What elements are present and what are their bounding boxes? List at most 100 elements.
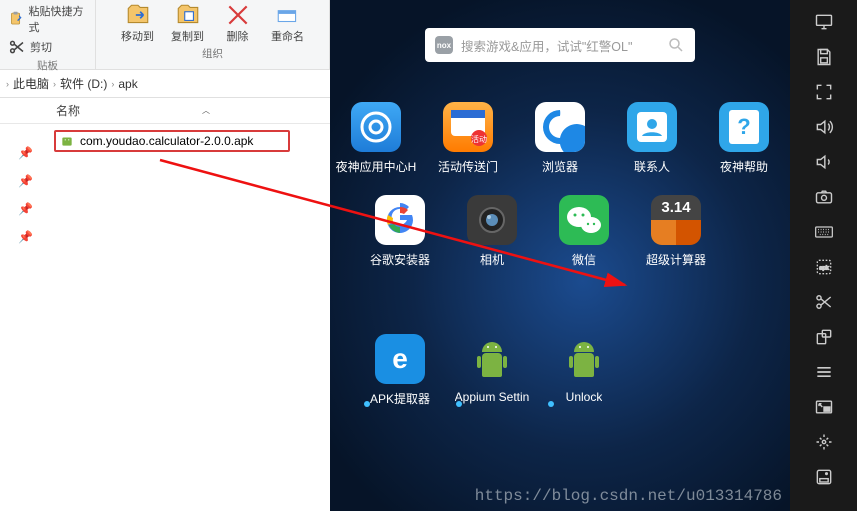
crumb-folder[interactable]: apk — [118, 77, 137, 91]
camera-icon — [467, 195, 517, 245]
nox-app-icon — [351, 102, 401, 152]
monitor-button[interactable] — [804, 6, 844, 38]
app-label: 微信 — [572, 251, 596, 268]
quick-access-pins: 📌 📌 📌 📌 — [18, 146, 33, 244]
cut-button[interactable]: 剪切 — [8, 38, 52, 56]
scissors-icon — [8, 39, 26, 55]
app-label: Appium Settin — [455, 390, 530, 404]
delete-icon — [225, 2, 251, 28]
screenshot-button[interactable] — [804, 181, 844, 213]
chevron-right-icon: › — [53, 79, 56, 89]
android-icon — [467, 334, 517, 384]
app-label: 夜神应用中心H — [336, 158, 417, 175]
move-to-button[interactable]: 移动到 — [116, 2, 160, 44]
app-nox-center[interactable]: 夜神应用中心H — [334, 102, 418, 175]
svg-text:?: ? — [737, 114, 750, 139]
app-portal[interactable]: 活动 活动传送门 — [426, 102, 510, 175]
rotate-button[interactable] — [804, 321, 844, 353]
search-icon — [667, 36, 685, 54]
menu-button[interactable] — [804, 356, 844, 388]
svg-text:活动: 活动 — [471, 134, 487, 144]
paste-shortcut-label: 粘贴快捷方式 — [29, 3, 90, 35]
app-apk-extractor[interactable]: e APK提取器 — [358, 334, 442, 407]
keyboard-button[interactable] — [804, 216, 844, 248]
pin-icon[interactable]: 📌 — [18, 202, 33, 216]
nox-logo-icon: nox — [435, 36, 453, 54]
file-row[interactable]: com.youdao.calculator-2.0.0.apk — [54, 130, 290, 152]
cut-label: 剪切 — [30, 39, 52, 55]
move-to-label: 移动到 — [121, 28, 154, 44]
clipboard-group-label: 贴板 — [37, 58, 58, 73]
app-wechat[interactable]: 微信 — [542, 195, 626, 268]
paste-shortcut-icon — [8, 11, 25, 27]
app-appium-settings[interactable]: Appium Settin — [450, 334, 534, 407]
emulator-toolbar: apk — [790, 0, 857, 511]
apk-extractor-icon: e — [375, 334, 425, 384]
android-icon — [559, 334, 609, 384]
pin-icon[interactable]: 📌 — [18, 230, 33, 244]
watermark: https://blog.csdn.net/u013314786 — [475, 487, 782, 505]
copy-to-button[interactable]: 复制到 — [166, 2, 210, 44]
organize-group-label: 组织 — [202, 46, 223, 61]
rename-button[interactable]: 重命名 — [266, 2, 310, 44]
google-icon — [375, 195, 425, 245]
move-to-icon — [125, 2, 151, 28]
app-label: 活动传送门 — [438, 158, 498, 175]
column-name[interactable]: 名称 — [56, 102, 80, 119]
delete-button[interactable]: 删除 — [216, 2, 260, 44]
locate-button[interactable] — [804, 426, 844, 458]
app-unlock[interactable]: Unlock — [542, 334, 626, 407]
volume-down-button[interactable] — [804, 146, 844, 178]
app-label: 超级计算器 — [646, 251, 706, 268]
app-label: 谷歌安装器 — [370, 251, 430, 268]
search-placeholder: 搜索游戏&应用，试试"红警OL" — [461, 36, 659, 55]
ribbon: 粘贴快捷方式 剪切 贴板 移动到 复制到 — [0, 0, 330, 70]
breadcrumb[interactable]: › 此电脑 › 软件 (D:) › apk — [0, 70, 330, 98]
app-label: 相机 — [480, 251, 504, 268]
calc-badge: 3.14 — [661, 195, 690, 220]
search-bar[interactable]: nox 搜索游戏&应用，试试"红警OL" — [425, 28, 695, 62]
app-label: 浏览器 — [542, 158, 578, 175]
apk-install-button[interactable]: apk — [804, 251, 844, 283]
notification-dot-icon — [456, 401, 462, 407]
apk-file-icon — [60, 134, 74, 148]
app-grid-row3: e APK提取器 Appium Settin Unlock — [358, 334, 790, 407]
svg-text:e: e — [392, 343, 408, 374]
volume-up-button[interactable] — [804, 111, 844, 143]
app-super-calculator[interactable]: 3.14 超级计算器 — [634, 195, 718, 268]
delete-label: 删除 — [227, 28, 249, 44]
rename-label: 重命名 — [271, 28, 304, 44]
sort-indicator-icon: ︿ — [202, 105, 210, 116]
crumb-pc[interactable]: 此电脑 — [13, 75, 49, 92]
crumb-drive[interactable]: 软件 (D:) — [60, 75, 107, 92]
wechat-icon — [559, 195, 609, 245]
app-help[interactable]: ? 夜神帮助 — [702, 102, 786, 175]
app-grid-row2: 谷歌安装器 相机 微信 3.14 超级计算器 — [358, 195, 790, 268]
pin-icon[interactable]: 📌 — [18, 146, 33, 160]
column-header[interactable]: 名称 ︿ — [0, 98, 330, 124]
fullscreen-button[interactable] — [804, 76, 844, 108]
disk-button[interactable] — [804, 461, 844, 493]
paste-shortcut-button[interactable]: 粘贴快捷方式 — [8, 2, 89, 36]
help-icon: ? — [719, 102, 769, 152]
browser-icon — [535, 102, 585, 152]
app-browser[interactable]: 浏览器 — [518, 102, 602, 175]
app-camera[interactable]: 相机 — [450, 195, 534, 268]
pin-icon[interactable]: 📌 — [18, 174, 33, 188]
calculator-icon: 3.14 — [651, 195, 701, 245]
android-emulator: nox 搜索游戏&应用，试试"红警OL" 夜神应用中心H 活动 活动传送门 浏览… — [330, 0, 790, 511]
copy-to-label: 复制到 — [171, 28, 204, 44]
app-contacts[interactable]: 联系人 — [610, 102, 694, 175]
svg-text:apk: apk — [819, 266, 828, 272]
app-label: Unlock — [566, 390, 603, 404]
app-google-installer[interactable]: 谷歌安装器 — [358, 195, 442, 268]
notification-dot-icon — [364, 401, 370, 407]
contacts-icon — [627, 102, 677, 152]
app-label: APK提取器 — [370, 390, 430, 407]
pip-button[interactable] — [804, 391, 844, 423]
file-explorer: 粘贴快捷方式 剪切 贴板 移动到 复制到 — [0, 0, 330, 511]
save-button[interactable] — [804, 41, 844, 73]
file-list: 📌 📌 📌 📌 com.youdao.calculator-2.0.0.apk — [0, 124, 330, 152]
cut-button[interactable] — [804, 286, 844, 318]
app-label: 夜神帮助 — [720, 158, 768, 175]
